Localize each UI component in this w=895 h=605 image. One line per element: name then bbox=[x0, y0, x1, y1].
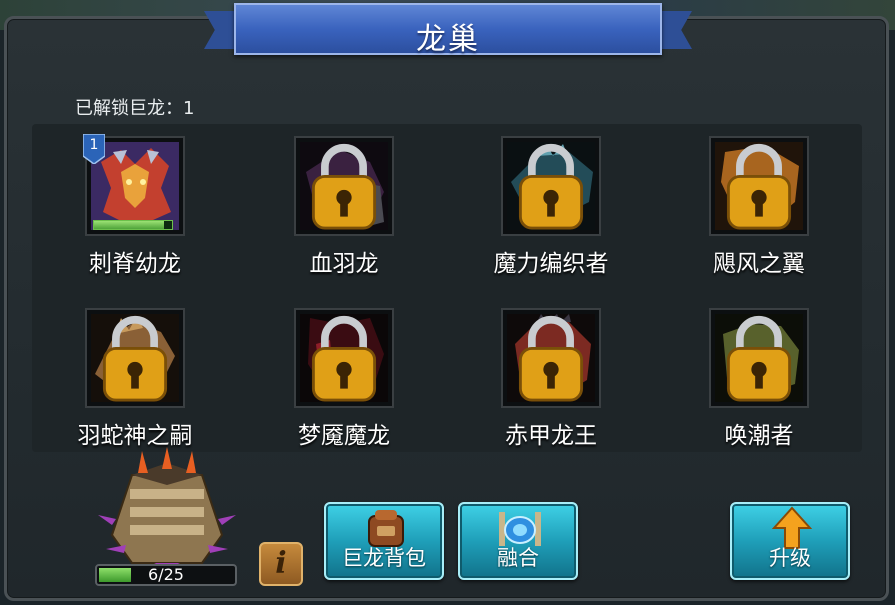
lock-icon bbox=[726, 143, 792, 230]
dragon-card-1[interactable]: 血羽龙 bbox=[244, 136, 444, 286]
capacity-text: 6/25 bbox=[148, 565, 184, 584]
tower-icon[interactable] bbox=[92, 445, 242, 570]
dragon-name: 唤潮者 bbox=[724, 423, 794, 449]
dragon-portrait bbox=[85, 308, 185, 408]
level-badge-icon bbox=[83, 134, 105, 164]
dragon-card-7[interactable]: 唤潮者 bbox=[659, 308, 859, 458]
dragon-portrait bbox=[501, 136, 601, 236]
fuse-label: 融合 bbox=[497, 546, 539, 570]
dragon-portrait bbox=[294, 308, 394, 408]
dragon-portrait bbox=[709, 308, 809, 408]
dragon-portrait bbox=[501, 308, 601, 408]
title-banner: 龙巢 bbox=[204, 3, 692, 57]
dragon-name: 血羽龙 bbox=[309, 251, 379, 277]
upgrade-button[interactable]: 升级 bbox=[730, 502, 850, 580]
dragon-bag-label: 巨龙背包 bbox=[342, 546, 426, 570]
dragon-name: 刺脊幼龙 bbox=[89, 251, 181, 277]
dragon-name: 梦魇魔龙 bbox=[298, 423, 390, 449]
fuse-button[interactable]: 融合 bbox=[458, 502, 578, 580]
dragon-card-4[interactable]: 羽蛇神之嗣 bbox=[35, 308, 235, 458]
banner-body: 龙巢 bbox=[234, 3, 662, 57]
dragon-card-6[interactable]: 赤甲龙王 bbox=[451, 308, 651, 458]
xp-bar-fill bbox=[94, 221, 165, 229]
info-icon: i bbox=[275, 546, 287, 581]
dragon-card-5[interactable]: 梦魇魔龙 bbox=[244, 308, 444, 458]
dragon-portrait: 1 bbox=[83, 134, 185, 236]
lock-icon bbox=[518, 143, 584, 230]
page-title: 龙巢 bbox=[416, 22, 480, 57]
nest-capacity-bar: 6/25 bbox=[95, 564, 237, 586]
dragon-card-0[interactable]: 1 刺脊幼龙 bbox=[35, 134, 235, 286]
lock-icon bbox=[311, 315, 377, 402]
lock-icon bbox=[102, 315, 168, 402]
dragon-name: 魔力编织者 bbox=[493, 251, 609, 277]
info-button[interactable]: i bbox=[259, 542, 303, 586]
dragon-name: 赤甲龙王 bbox=[505, 423, 597, 449]
dragon-card-3[interactable]: 飓风之翼 bbox=[659, 136, 859, 286]
dragon-portrait bbox=[294, 136, 394, 236]
lock-icon bbox=[518, 315, 584, 402]
upgrade-label: 升级 bbox=[769, 546, 811, 570]
lock-icon bbox=[726, 315, 792, 402]
dragon-bag-button[interactable]: 巨龙背包 bbox=[324, 502, 444, 580]
lock-icon bbox=[311, 143, 377, 230]
dragon-name: 飓风之翼 bbox=[713, 251, 805, 277]
unlocked-count-label: 已解锁巨龙：1 bbox=[75, 98, 195, 119]
dragon-portrait bbox=[709, 136, 809, 236]
xp-bar bbox=[93, 220, 173, 230]
dragon-card-2[interactable]: 魔力编织者 bbox=[451, 136, 651, 286]
